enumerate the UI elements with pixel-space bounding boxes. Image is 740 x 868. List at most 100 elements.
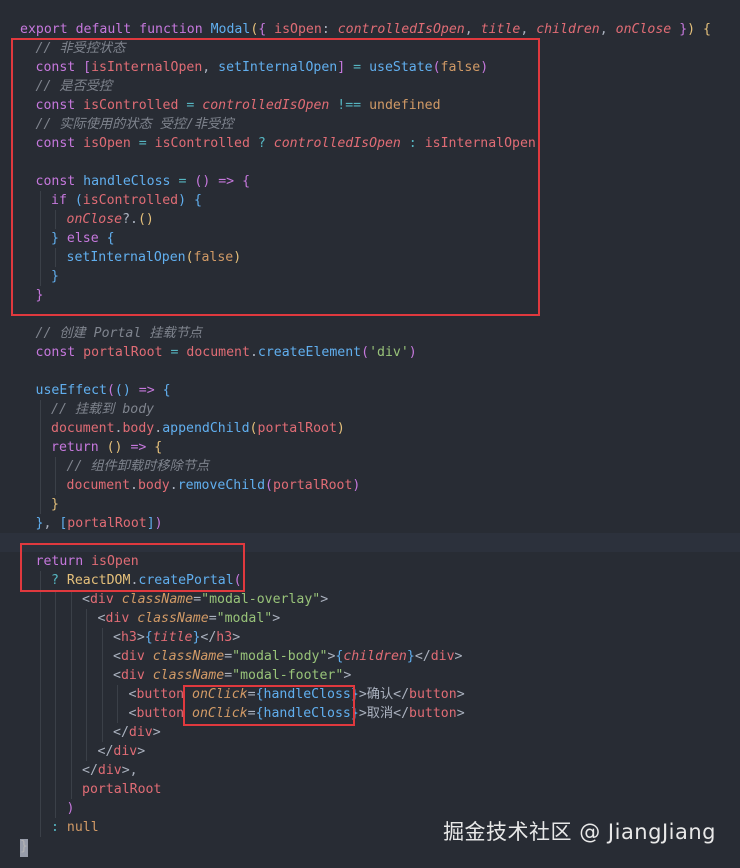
code-line[interactable]: <div className="modal"> (0, 609, 740, 628)
highlight-box-state (11, 38, 540, 316)
indent-guide (117, 685, 118, 704)
code-token: > (152, 725, 161, 740)
code-line[interactable] (0, 362, 740, 381)
code-text: <div className="modal"> (98, 609, 281, 628)
indent-guide (55, 609, 56, 628)
code-line[interactable]: useEffect(() => { (0, 381, 740, 400)
code-text: <div className="modal-body">{children}</… (113, 647, 463, 666)
code-line[interactable]: </div>, (0, 761, 740, 780)
code-token: h3 (120, 630, 137, 645)
indent-guide (55, 476, 56, 495)
indent-guide (55, 704, 56, 723)
indent-guide (55, 628, 56, 647)
indent-guide (55, 457, 56, 476)
code-line[interactable]: document.body.removeChild(portalRoot) (0, 476, 740, 495)
code-token: > (320, 592, 329, 607)
code-text: <div className="modal-overlay"> (82, 590, 328, 609)
code-editor[interactable]: export default function Modal ({ isOpen: … (0, 0, 740, 868)
code-line[interactable]: // 创建 Portal 挂载节点 (0, 324, 740, 343)
indent-guide (55, 799, 56, 818)
code-token: className (137, 611, 209, 626)
code-text: portalRoot (82, 780, 161, 799)
indent-guide (39, 609, 41, 628)
indent-guide (86, 742, 87, 761)
indent-guide (39, 495, 41, 514)
code-line[interactable]: <h3>{title}</h3> (0, 628, 740, 647)
highlight-box-return (20, 543, 245, 592)
code-line[interactable]: portalRoot (0, 780, 740, 799)
code-line[interactable]: export default function Modal({ isOpen: … (0, 20, 740, 39)
indent-guide (39, 666, 41, 685)
code-text: ) (67, 799, 75, 818)
code-token: isOpen (274, 22, 322, 37)
code-token: </ (113, 725, 129, 740)
highlight-box-onclick (183, 685, 355, 726)
code-token: . (154, 421, 163, 436)
code-token: </ (393, 706, 410, 721)
indent-guide (55, 685, 56, 704)
code-token: ) (66, 801, 75, 816)
code-token: = (224, 668, 233, 683)
code-token: > (232, 630, 241, 645)
code-token: document (51, 421, 115, 436)
code-line[interactable]: </div> (0, 723, 740, 742)
indent-guide (70, 723, 72, 742)
indent-guide (39, 723, 41, 742)
code-text: const portalRoot = document.createElemen… (36, 343, 417, 362)
code-token: removeChild (177, 478, 266, 493)
code-token: >, (121, 763, 138, 778)
code-line[interactable]: <div className="modal-body">{children}</… (0, 647, 740, 666)
code-token: useEffect (35, 383, 107, 398)
code-token: => (138, 383, 155, 398)
indent-guide (86, 704, 87, 723)
indent-guide (70, 742, 72, 761)
code-token: </ (82, 763, 98, 778)
indent-guide (70, 647, 72, 666)
code-token: document (186, 345, 250, 360)
code-line[interactable]: document.body.appendChild(portalRoot) (0, 419, 740, 438)
code-line[interactable]: // 组件卸载时移除节点 (0, 457, 740, 476)
indent-guide (39, 457, 41, 476)
code-token: , (599, 22, 616, 37)
code-token: > (454, 649, 463, 664)
code-token: body (122, 421, 155, 436)
code-token: ( (249, 421, 258, 436)
code-line[interactable]: } (0, 495, 740, 514)
code-token: "modal" (216, 611, 273, 626)
indent-guide (70, 704, 72, 723)
code-line[interactable]: <button onClick={handleCloss}>取消</button… (0, 704, 740, 723)
code-token: button (136, 706, 185, 721)
code-line[interactable]: return () => { (0, 438, 740, 457)
code-token: document (66, 478, 131, 493)
code-token: ( (106, 383, 115, 398)
indent-guide (39, 818, 41, 837)
text-cursor (20, 839, 28, 857)
code-line[interactable]: <div className="modal-overlay"> (0, 590, 740, 609)
indent-guide (70, 590, 72, 609)
code-token: // 挂载到 body (51, 402, 155, 417)
code-line[interactable]: // 挂载到 body (0, 400, 740, 419)
indent-guide (39, 647, 41, 666)
code-token: "modal-footer" (232, 668, 344, 683)
code-token: < (113, 630, 121, 645)
code-line[interactable]: const portalRoot = document.createElemen… (0, 343, 740, 362)
code-token: < (113, 649, 121, 664)
code-token: > (343, 668, 352, 683)
code-line[interactable]: <div className="modal-footer"> (0, 666, 740, 685)
code-line[interactable]: </div> (0, 742, 740, 761)
code-text: // 组件卸载时移除节点 (67, 457, 210, 476)
code-token: // 创建 Portal 挂载节点 (35, 326, 202, 341)
code-token: portalRoot (257, 421, 337, 436)
code-token: : (321, 22, 338, 37)
code-token: < (82, 592, 90, 607)
indent-guide (70, 609, 72, 628)
code-token: { (703, 22, 711, 37)
code-line[interactable]: <button onClick={handleCloss}>确认</button… (0, 685, 740, 704)
code-line[interactable]: }, [portalRoot]) (0, 514, 740, 533)
indent-guide (39, 476, 41, 495)
